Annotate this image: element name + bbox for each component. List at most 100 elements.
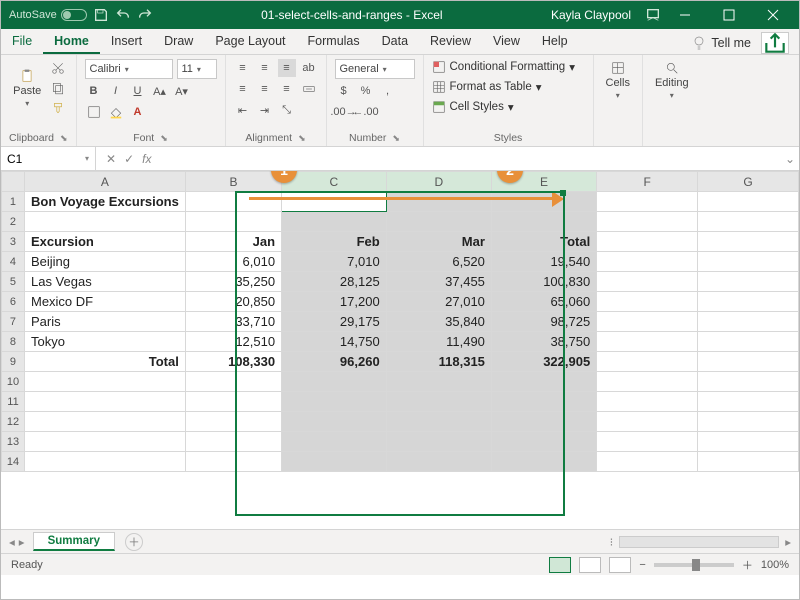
cell[interactable] [386, 412, 491, 432]
align-center-button[interactable]: ≡ [256, 80, 274, 98]
tab-file[interactable]: File [1, 28, 43, 54]
worksheet[interactable]: A B C D E F G 1Bon Voyage Excursions23Ex… [1, 171, 799, 472]
col-header[interactable]: E [491, 172, 596, 192]
row-header[interactable]: 9 [2, 352, 25, 372]
cell[interactable] [185, 432, 281, 452]
align-middle-button[interactable]: ≡ [256, 59, 274, 77]
tab-help[interactable]: Help [531, 28, 579, 54]
cell[interactable] [597, 452, 698, 472]
cell[interactable] [597, 412, 698, 432]
wrap-text-button[interactable]: ab [300, 59, 318, 77]
cell[interactable] [386, 192, 491, 212]
dialog-launcher-icon[interactable]: ⬊ [160, 133, 168, 144]
cell[interactable]: 118,315 [386, 352, 491, 372]
cell[interactable] [185, 392, 281, 412]
cell[interactable] [491, 452, 596, 472]
page-break-view-button[interactable] [609, 557, 631, 573]
font-color-button[interactable]: A [129, 103, 147, 121]
row-header[interactable]: 3 [2, 232, 25, 252]
row-header[interactable]: 11 [2, 392, 25, 412]
cell[interactable]: Mexico DF [24, 292, 185, 312]
cell[interactable] [597, 192, 698, 212]
decrease-indent-button[interactable]: ⇤ [234, 101, 252, 119]
font-size-combo[interactable]: 11▾ [177, 59, 217, 79]
cell[interactable] [282, 372, 387, 392]
row-header[interactable]: 10 [2, 372, 25, 392]
number-format-combo[interactable]: General▾ [335, 59, 415, 79]
decrease-decimal-button[interactable]: ←.00 [357, 103, 375, 121]
tab-formulas[interactable]: Formulas [297, 28, 371, 54]
share-button[interactable] [761, 32, 789, 54]
ribbon-options-icon[interactable] [645, 7, 661, 23]
cell[interactable] [282, 452, 387, 472]
cell[interactable]: Feb [282, 232, 387, 252]
fx-icon[interactable]: fx [142, 152, 151, 166]
tab-review[interactable]: Review [419, 28, 482, 54]
percent-button[interactable]: % [357, 82, 375, 100]
cell[interactable] [597, 372, 698, 392]
horizontal-scrollbar[interactable] [619, 536, 779, 548]
maximize-button[interactable] [709, 1, 749, 29]
cell[interactable]: 27,010 [386, 292, 491, 312]
cell[interactable] [698, 192, 799, 212]
cell[interactable]: 17,200 [282, 292, 387, 312]
dialog-launcher-icon[interactable]: ⬊ [60, 133, 68, 144]
undo-icon[interactable] [115, 7, 131, 23]
cell[interactable] [282, 392, 387, 412]
cell[interactable] [491, 192, 596, 212]
format-as-table-button[interactable]: Format as Table▾ [432, 79, 542, 95]
cell[interactable] [698, 212, 799, 232]
cell[interactable]: 6,010 [185, 252, 281, 272]
cell[interactable] [386, 432, 491, 452]
enter-formula-icon[interactable]: ✓ [124, 152, 134, 166]
row-header[interactable]: 2 [2, 212, 25, 232]
cell[interactable] [597, 212, 698, 232]
cell[interactable] [491, 392, 596, 412]
tab-page-layout[interactable]: Page Layout [204, 28, 296, 54]
cell[interactable]: 29,175 [282, 312, 387, 332]
cell[interactable] [597, 352, 698, 372]
cell[interactable] [24, 412, 185, 432]
user-name[interactable]: Kayla Claypool [551, 8, 631, 22]
cell[interactable] [597, 272, 698, 292]
sheet-tab-summary[interactable]: Summary [33, 532, 115, 551]
save-icon[interactable] [93, 7, 109, 23]
zoom-out-button[interactable]: − [639, 559, 645, 571]
formula-input[interactable] [161, 147, 784, 170]
cell[interactable]: 98,725 [491, 312, 596, 332]
align-top-button[interactable]: ≡ [234, 59, 252, 77]
cell[interactable] [491, 432, 596, 452]
cell[interactable] [698, 332, 799, 352]
copy-button[interactable] [49, 79, 67, 97]
cell[interactable]: Total [24, 352, 185, 372]
cell[interactable] [24, 452, 185, 472]
cell[interactable] [185, 452, 281, 472]
align-left-button[interactable]: ≡ [234, 80, 252, 98]
page-layout-view-button[interactable] [579, 557, 601, 573]
cell[interactable] [282, 412, 387, 432]
cell[interactable] [386, 392, 491, 412]
scroll-right-icon[interactable]: ▸ [785, 535, 791, 549]
cell[interactable] [491, 212, 596, 232]
merge-button[interactable] [300, 80, 318, 98]
cells-button[interactable]: Cells▾ [602, 59, 634, 102]
name-box[interactable]: C1▾ [1, 147, 96, 170]
cell[interactable] [698, 372, 799, 392]
format-painter-button[interactable] [49, 99, 67, 117]
underline-button[interactable]: U [129, 82, 147, 100]
cell[interactable] [698, 352, 799, 372]
row-header[interactable]: 7 [2, 312, 25, 332]
align-right-button[interactable]: ≡ [278, 80, 296, 98]
tab-view[interactable]: View [482, 28, 531, 54]
row-header[interactable]: 6 [2, 292, 25, 312]
close-button[interactable] [753, 1, 793, 29]
increase-font-button[interactable]: A▴ [151, 82, 169, 100]
cell[interactable]: 322,905 [491, 352, 596, 372]
redo-icon[interactable] [137, 7, 153, 23]
cell[interactable]: 38,750 [491, 332, 596, 352]
cell[interactable]: 7,010 [282, 252, 387, 272]
cell[interactable] [24, 372, 185, 392]
cell[interactable] [698, 392, 799, 412]
cell[interactable] [386, 452, 491, 472]
scroll-config-icon[interactable]: ⁝ [610, 535, 614, 549]
